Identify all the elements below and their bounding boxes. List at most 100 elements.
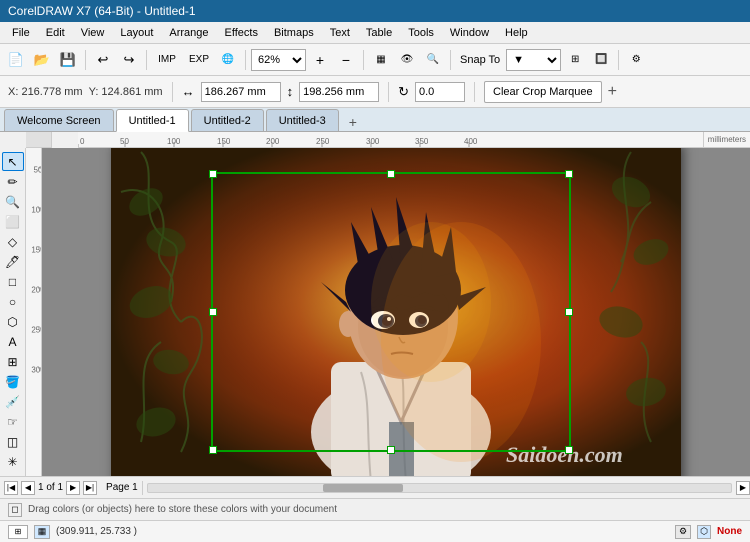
canvas-area[interactable]: Saidoen.com	[42, 148, 750, 476]
view-btn3[interactable]: 🔍	[421, 48, 445, 72]
toolbar-separator-6	[618, 50, 619, 70]
snap-indicator[interactable]: ⊞	[8, 525, 28, 539]
menu-window[interactable]: Window	[442, 25, 497, 41]
menu-text[interactable]: Text	[322, 25, 358, 41]
svg-text:150: 150	[31, 246, 42, 255]
tool-fill[interactable]: 🪣	[2, 373, 24, 392]
options-btn[interactable]: ⚙	[624, 48, 648, 72]
tool-shape[interactable]: ◇	[2, 232, 24, 251]
align-indicator[interactable]: ▦	[34, 525, 50, 539]
export-button[interactable]: EXP	[184, 48, 214, 72]
angle-input[interactable]	[415, 82, 465, 102]
zoom-out-button[interactable]: −	[334, 48, 358, 72]
coord-y-label: Y: 124.861 mm	[89, 86, 163, 98]
tool-polygon[interactable]: ⬡	[2, 313, 24, 332]
color-box[interactable]: ◻	[8, 503, 22, 517]
hint-text: Drag colors (or objects) here to store t…	[28, 504, 742, 515]
ruler-vertical: 50 100 150 200 250 300	[26, 148, 42, 476]
redo-button[interactable]: ↪	[117, 48, 141, 72]
width-input[interactable]	[201, 82, 281, 102]
toolbar-separator-1	[85, 50, 86, 70]
menu-help[interactable]: Help	[497, 25, 536, 41]
hscroll-thumb[interactable]	[323, 484, 403, 492]
tab-untitled1[interactable]: Untitled-1	[116, 109, 189, 132]
menu-bitmaps[interactable]: Bitmaps	[266, 25, 322, 41]
tool-rect[interactable]: □	[2, 272, 24, 291]
svg-text:50: 50	[33, 166, 41, 175]
svg-text:300: 300	[366, 137, 380, 146]
undo-button[interactable]: ↩	[91, 48, 115, 72]
color-status-bar: ◻ Drag colors (or objects) here to store…	[0, 498, 750, 520]
title-text: CorelDRAW X7 (64-Bit) - Untitled-1	[8, 4, 196, 18]
menu-edit[interactable]: Edit	[38, 25, 73, 41]
snap-btn2[interactable]: 🔲	[589, 48, 613, 72]
next-page-btn[interactable]: ▶	[66, 481, 80, 495]
new-tab-button[interactable]: +	[343, 113, 363, 131]
menu-file[interactable]: File	[4, 25, 38, 41]
hscroll-track[interactable]	[147, 483, 732, 493]
canvas-ruler-area: 50 100 150 200 250 300	[26, 148, 750, 476]
tool-ellipse[interactable]: ○	[2, 292, 24, 311]
svg-text:0: 0	[80, 137, 85, 146]
publish-button[interactable]: 🌐	[216, 48, 240, 72]
snap-btn1[interactable]: ⊞	[563, 48, 587, 72]
menu-view[interactable]: View	[73, 25, 113, 41]
last-page-btn[interactable]: ▶|	[83, 481, 97, 495]
status-icon1[interactable]: ⚙	[675, 525, 691, 539]
tab-untitled3[interactable]: Untitled-3	[266, 109, 339, 131]
page-nav: |◀ ◀ 1 of 1 ▶ ▶| Page 1	[0, 481, 143, 495]
tool-blur[interactable]: ✳	[2, 453, 24, 472]
prev-page-btn[interactable]: ◀	[21, 481, 35, 495]
tab-welcome[interactable]: Welcome Screen	[4, 109, 114, 131]
view-btn1[interactable]: ▦	[369, 48, 393, 72]
zoom-in-button[interactable]: +	[308, 48, 332, 72]
import-button[interactable]: IMP	[152, 48, 182, 72]
page-name: Page 1	[106, 482, 138, 493]
snap-combo[interactable]: ▼	[506, 49, 561, 71]
tab-untitled2[interactable]: Untitled-2	[191, 109, 264, 131]
tool-text[interactable]: A	[2, 333, 24, 352]
tool-interact[interactable]: ☞	[2, 413, 24, 432]
view-btn2[interactable]: 👁	[395, 48, 419, 72]
scrollbar-row: |◀ ◀ 1 of 1 ▶ ▶| Page 1 ▶	[0, 476, 750, 498]
main-area: ↖ ✏ 🔍 ⬜ ◇ 🖊 □ ○ ⬡ A ⊞ 🪣 💉 ☞ ◫ ✳ 50 100 1…	[0, 148, 750, 476]
status-icon2[interactable]: ⬡	[697, 525, 711, 539]
tool-shadow[interactable]: ◫	[2, 433, 24, 452]
svg-text:200: 200	[31, 286, 42, 295]
tool-table[interactable]: ⊞	[2, 353, 24, 372]
menu-arrange[interactable]: Arrange	[161, 25, 216, 41]
svg-text:350: 350	[415, 137, 429, 146]
height-input[interactable]	[299, 82, 379, 102]
none-label: None	[717, 526, 742, 537]
ctx-sep1	[172, 82, 173, 102]
tool-eyedrop[interactable]: 💉	[2, 393, 24, 412]
clear-crop-button[interactable]: Clear Crop Marquee	[484, 81, 602, 103]
menu-table[interactable]: Table	[358, 25, 400, 41]
svg-text:Saidoen.com: Saidoen.com	[506, 442, 623, 467]
tabs-bar: Welcome Screen Untitled-1 Untitled-2 Unt…	[0, 108, 750, 132]
tool-pen[interactable]: 🖊	[2, 252, 24, 271]
svg-text:100: 100	[31, 206, 42, 215]
menu-layout[interactable]: Layout	[112, 25, 161, 41]
new-button[interactable]: 📄	[4, 48, 28, 72]
status-left: ⊞ ▦ (309.911, 25.733 )	[8, 525, 137, 539]
tool-panel: ↖ ✏ 🔍 ⬜ ◇ 🖊 □ ○ ⬡ A ⊞ 🪣 💉 ☞ ◫ ✳	[0, 148, 26, 476]
title-bar: CorelDRAW X7 (64-Bit) - Untitled-1	[0, 0, 750, 22]
ruler-h-svg: 0 50 100 150 200 250 300 350 400	[78, 132, 750, 148]
tool-pointer[interactable]: ↖	[2, 152, 24, 171]
first-page-btn[interactable]: |◀	[4, 481, 18, 495]
x-coord-icon: ↔	[182, 84, 195, 99]
canvas-image: Saidoen.com	[111, 148, 681, 476]
menu-effects[interactable]: Effects	[217, 25, 266, 41]
svg-text:200: 200	[266, 137, 280, 146]
save-button[interactable]: 💾	[56, 48, 80, 72]
zoom-combo[interactable]: 62% 50% 100% 200%	[251, 49, 306, 71]
svg-text:400: 400	[464, 137, 478, 146]
scroll-right-btn[interactable]: ▶	[736, 481, 750, 495]
tool-zoom[interactable]: 🔍	[2, 192, 24, 211]
svg-text:250: 250	[31, 326, 42, 335]
menu-tools[interactable]: Tools	[400, 25, 442, 41]
tool-freehand[interactable]: ✏	[2, 172, 24, 191]
tool-crop[interactable]: ⬜	[2, 212, 24, 231]
open-button[interactable]: 📂	[30, 48, 54, 72]
